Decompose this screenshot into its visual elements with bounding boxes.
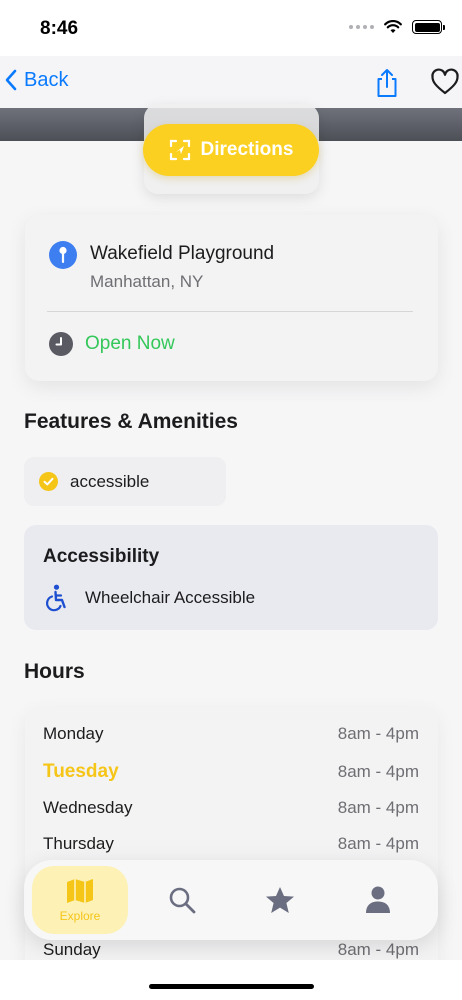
accessibility-title: Accessibility	[43, 546, 160, 567]
star-icon	[266, 887, 294, 913]
status-icons	[349, 20, 445, 34]
back-button[interactable]: Back	[4, 68, 68, 92]
hours-row-today: Tuesday 8am - 4pm	[43, 761, 419, 783]
hours-day: Sunday	[43, 940, 101, 959]
wheelchair-icon	[46, 584, 66, 612]
navigation-bar: Back	[0, 56, 462, 108]
home-indicator	[149, 984, 314, 989]
tab-explore-label: Explore	[59, 909, 101, 923]
directions-label: Directions	[200, 139, 294, 160]
search-icon	[169, 887, 196, 914]
share-icon[interactable]	[374, 68, 400, 98]
hours-time: 8am - 4pm	[337, 798, 419, 817]
hours-row: Monday 8am - 4pm	[43, 724, 419, 744]
hours-time: 8am - 4pm	[337, 762, 419, 781]
cellular-signal-icon	[349, 25, 374, 29]
place-detail-screen: 8:46 Back Directions Wakefield Playgroun…	[0, 0, 462, 1000]
location-card: Wakefield Playground Manhattan, NY Open …	[25, 215, 438, 381]
hours-time: 8am - 4pm	[337, 834, 419, 853]
directions-button[interactable]: Directions	[143, 124, 319, 176]
favorite-heart-icon[interactable]	[430, 68, 460, 96]
location-pin-icon	[49, 241, 77, 269]
tab-explore[interactable]: Explore	[32, 866, 128, 934]
clock-icon	[49, 332, 73, 356]
wifi-icon	[384, 20, 402, 33]
divider	[47, 311, 413, 312]
tab-profile[interactable]	[330, 866, 426, 934]
chevron-left-icon	[5, 69, 17, 91]
accessibility-item: Wheelchair Accessible	[85, 588, 256, 607]
place-name: Wakefield Playground	[90, 243, 275, 264]
tab-favorites[interactable]	[232, 866, 328, 934]
person-icon	[366, 886, 390, 913]
hours-day: Thursday	[43, 834, 114, 853]
status-bar: 8:46	[0, 0, 462, 56]
hours-day-today: Tuesday	[43, 761, 119, 782]
hours-row: Wednesday 8am - 4pm	[43, 798, 419, 818]
hours-row: Thursday 8am - 4pm	[43, 834, 419, 854]
hours-time: 8am - 4pm	[337, 724, 419, 743]
status-time: 8:46	[40, 18, 79, 39]
battery-icon	[412, 20, 445, 34]
checkmark-icon	[39, 472, 58, 491]
features-section-title: Features & Amenities	[24, 410, 238, 433]
accessibility-card: Accessibility Wheelchair Accessible	[24, 525, 438, 630]
hours-row: Sunday 8am - 4pm	[43, 940, 419, 960]
hours-day: Monday	[43, 724, 104, 743]
hours-day: Wednesday	[43, 798, 133, 817]
amenity-label: accessible	[70, 471, 150, 491]
open-status: Open Now	[85, 333, 175, 354]
hours-time: 8am - 4pm	[337, 940, 419, 959]
map-icon	[67, 879, 93, 903]
place-city: Manhattan, NY	[90, 272, 204, 291]
tab-bar: Explore	[24, 860, 438, 940]
tab-search[interactable]	[134, 866, 230, 934]
amenity-chip: accessible	[24, 457, 226, 506]
back-label: Back	[24, 68, 69, 91]
directions-icon	[169, 139, 190, 161]
hours-card: Monday 8am - 4pm Tuesday 8am - 4pm Wedne…	[25, 707, 438, 1000]
hours-section-title: Hours	[24, 660, 85, 683]
bottom-safe-area	[0, 960, 462, 1000]
